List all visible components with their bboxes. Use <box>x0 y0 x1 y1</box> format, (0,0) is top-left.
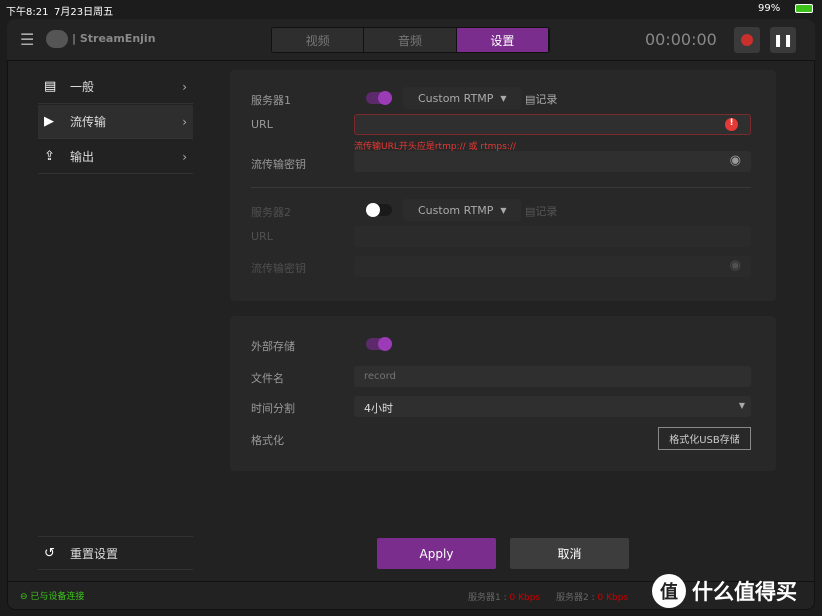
caret-down-icon: ▼ <box>500 205 507 215</box>
connection-text: 已与设备连接 <box>30 592 85 602</box>
toggle-knob <box>378 337 392 351</box>
error-icon: ! <box>725 118 738 131</box>
list-icon: ▤ <box>525 205 536 218</box>
dropdown-value: Custom RTMP <box>418 203 494 217</box>
document-icon: ▤ <box>44 79 57 94</box>
cancel-button[interactable]: 取消 <box>510 538 629 569</box>
app-name-text: StreamEnjin <box>79 32 156 45</box>
play-icon: ▶ <box>44 114 54 129</box>
connection-status: ⊖ 已与设备连接 <box>20 589 84 602</box>
main-tabs: 视频 音频 设置 <box>271 27 550 53</box>
server1-label: 服务器1 <box>251 94 291 107</box>
filename-label: 文件名 <box>251 372 284 385</box>
server2-toggle[interactable] <box>366 203 392 217</box>
sidebar-item-label: 流传输 <box>70 115 107 129</box>
brand-logo <box>46 30 68 48</box>
status-date: 7月23日周五 <box>54 7 114 18</box>
dropdown-value: Custom RTMP <box>418 91 494 105</box>
toggle-knob <box>378 91 392 105</box>
log-label: 记录 <box>535 205 558 218</box>
reset-label: 重置设置 <box>70 546 119 561</box>
storage-toggle[interactable] <box>366 337 392 351</box>
server1-url-input[interactable]: ! <box>354 114 751 135</box>
split-label: 时间分割 <box>251 402 295 415</box>
pause-icon: ❚❚ <box>772 33 794 47</box>
filename-input[interactable] <box>354 366 751 387</box>
caret-down-icon: ▼ <box>738 401 745 410</box>
server2-label: 服务器2 <box>251 206 291 219</box>
server2-log-button[interactable]: ▤记录 <box>525 203 557 219</box>
reset-settings-button[interactable]: ↺ 重置设置 <box>38 536 193 570</box>
server2-rate-value: 0 Kbps <box>597 593 629 603</box>
chevron-right-icon: › <box>182 114 187 129</box>
format-label: 格式化 <box>251 434 284 447</box>
chevron-right-icon: › <box>182 79 187 94</box>
server1-rate-label: 服务器1 : <box>468 593 507 603</box>
list-icon: ▤ <box>525 93 536 106</box>
split-dropdown[interactable]: 4小时 ▼ <box>354 396 751 417</box>
eye-icon[interactable]: ◉ <box>730 153 741 168</box>
server2-platform-dropdown[interactable]: Custom RTMP ▼ <box>403 199 521 221</box>
server1-url-label: URL <box>251 118 273 131</box>
pause-button[interactable]: ❚❚ <box>770 27 796 53</box>
link-icon: ⊖ <box>20 592 28 602</box>
server1-key-input[interactable]: ◉ <box>354 151 751 172</box>
server1-platform-dropdown[interactable]: Custom RTMP ▼ <box>403 87 521 109</box>
sidebar-item-label: 一般 <box>70 80 95 94</box>
watermark-logo: 值 <box>652 574 686 608</box>
server2-url-label: URL <box>251 230 273 243</box>
toggle-knob <box>366 203 380 217</box>
server2-key-input[interactable]: ◉ <box>354 256 751 277</box>
watermark-text: 什么值得买 <box>692 580 797 604</box>
log-label: 记录 <box>535 93 558 106</box>
record-icon <box>741 34 753 46</box>
server1-rate-value: 0 Kbps <box>509 593 541 603</box>
reset-icon: ↺ <box>44 545 55 561</box>
timer: 00:00:00 <box>645 30 717 49</box>
server2-rate: 服务器2 : 0 Kbps <box>556 590 628 603</box>
upload-icon: ⇪ <box>44 149 55 164</box>
server2-key-label: 流传输密钥 <box>251 262 306 275</box>
tab-settings[interactable]: 设置 <box>456 28 549 52</box>
sidebar-item-streaming[interactable]: ▶ 流传输 › <box>38 105 193 139</box>
server1-toggle[interactable] <box>366 91 392 105</box>
battery-level: 99% <box>758 3 781 14</box>
status-time: 下午8:21 <box>6 7 49 18</box>
tab-video[interactable]: 视频 <box>272 28 365 52</box>
storage-label: 外部存储 <box>251 340 295 353</box>
sidebar-item-label: 输出 <box>70 150 95 164</box>
format-usb-button[interactable]: 格式化USB存储 <box>658 427 751 450</box>
server1-rate: 服务器1 : 0 Kbps <box>468 590 540 603</box>
apply-button[interactable]: Apply <box>377 538 496 569</box>
record-button[interactable] <box>734 27 760 53</box>
server2-url-input[interactable] <box>354 226 751 247</box>
app-name: | StreamEnjin <box>72 32 156 45</box>
sidebar-item-output[interactable]: ⇪ 输出 › <box>38 140 193 174</box>
server1-key-label: 流传输密钥 <box>251 158 306 171</box>
sidebar-item-general[interactable]: ▤ 一般 › <box>38 70 193 104</box>
dropdown-value: 4小时 <box>364 402 393 415</box>
chevron-right-icon: › <box>182 149 187 164</box>
tab-audio[interactable]: 音频 <box>364 28 457 52</box>
divider <box>251 187 751 188</box>
watermark: 值什么值得买 <box>652 574 797 608</box>
server2-rate-label: 服务器2 : <box>556 593 595 603</box>
caret-down-icon: ▼ <box>500 93 507 103</box>
eye-icon[interactable]: ◉ <box>730 258 741 273</box>
menu-icon[interactable]: ☰ <box>20 30 34 49</box>
server1-log-button[interactable]: ▤记录 <box>525 91 557 107</box>
battery-icon <box>795 4 813 13</box>
